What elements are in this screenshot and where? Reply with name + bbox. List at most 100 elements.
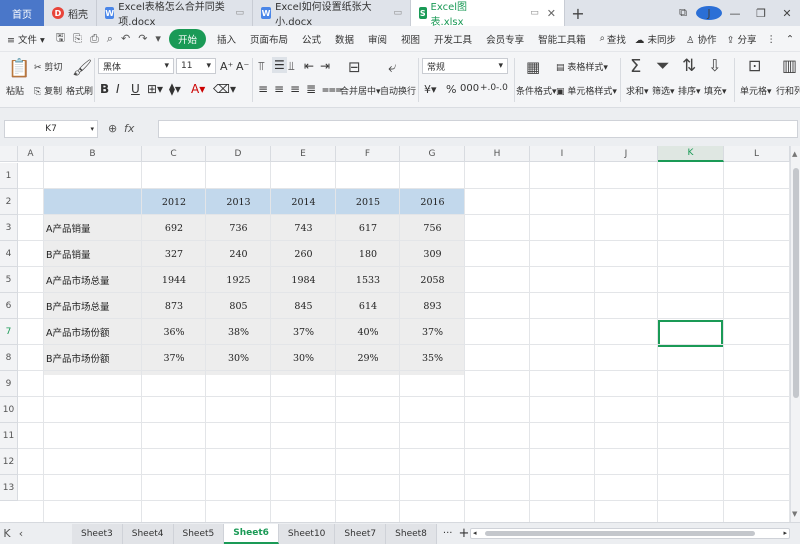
spreadsheet-grid[interactable]: A B C D E F G H I J K L 1 2 3 4 5 6 7 8 9 10 11 12 13 2012 2013 201… (0, 146, 790, 522)
menu-member[interactable]: 会员专享 (479, 32, 531, 46)
first-sheet-icon[interactable]: K (0, 527, 14, 540)
data-cell[interactable]: 845 (271, 293, 336, 319)
conditional-format-icon[interactable]: ▦ (526, 58, 540, 76)
monitor-icon[interactable]: ▭ (393, 8, 402, 18)
row-header-11[interactable]: 11 (0, 423, 18, 449)
sheet-tab[interactable]: Sheet4 (122, 523, 174, 544)
currency-icon[interactable]: ¥▾ (424, 83, 437, 96)
data-cell[interactable]: 260 (271, 241, 336, 267)
row-header-9[interactable]: 9 (0, 371, 18, 397)
paste-icon[interactable]: 📋 (8, 58, 30, 79)
menu-page-layout[interactable]: 页面布局 (243, 32, 295, 46)
row-label-cell[interactable]: A产品销量 (44, 215, 142, 241)
column-header-d[interactable]: D (206, 146, 271, 162)
collab-button[interactable]: ♙ 协作 (686, 32, 717, 46)
restore-icon[interactable]: ❐ (748, 7, 774, 20)
add-sheet-icon[interactable]: + (458, 526, 469, 541)
sort-button[interactable]: 排序▾ (678, 84, 701, 97)
column-header-f[interactable]: F (336, 146, 400, 162)
menu-insert[interactable]: 插入 (210, 32, 243, 46)
prev-sheet-icon[interactable]: ‹ (14, 527, 28, 540)
sum-icon[interactable]: Σ (630, 56, 641, 77)
tab-home[interactable]: 首页 (0, 0, 44, 26)
align-center-icon[interactable]: ≡ (274, 82, 284, 96)
data-cell[interactable]: 180 (336, 241, 400, 267)
underline-icon[interactable]: U (131, 82, 140, 96)
indent-right-icon[interactable]: ⇥ (320, 59, 330, 73)
conditional-format-button[interactable]: 条件格式▾ (516, 84, 557, 97)
scroll-down-icon[interactable]: ▼ (792, 510, 797, 518)
column-header-c[interactable]: C (142, 146, 206, 162)
sheet-tab[interactable]: Sheet3 (72, 523, 123, 544)
formula-input[interactable] (158, 120, 798, 138)
more-options-icon[interactable]: ⋮ (767, 34, 777, 45)
row-header-6[interactable]: 6 (0, 293, 18, 319)
sum-button[interactable]: 求和▾ (626, 84, 649, 97)
row-header-12[interactable]: 12 (0, 449, 18, 475)
data-cell[interactable]: 309 (400, 241, 465, 267)
close-icon[interactable]: ✕ (774, 7, 800, 20)
bold-icon[interactable]: B (100, 82, 109, 96)
font-size-select[interactable]: 11 ▾ (176, 58, 216, 74)
indent-left-icon[interactable]: ⇤ (304, 59, 314, 73)
menu-developer[interactable]: 开发工具 (427, 32, 479, 46)
data-cell[interactable]: 692 (142, 215, 206, 241)
data-cell[interactable]: 743 (271, 215, 336, 241)
more-icon[interactable]: ▾ (151, 32, 165, 45)
tab-excel-chart[interactable]: S Excel图表.xlsx ▭ ✕ (411, 0, 565, 28)
merge-center-button[interactable]: 合并居中▾ (340, 84, 381, 97)
justify-icon[interactable]: ≣ (306, 82, 316, 96)
data-cell[interactable]: 327 (142, 241, 206, 267)
data-cell[interactable]: 37% (271, 319, 336, 345)
font-shrink-icon[interactable]: A⁻ (236, 60, 249, 73)
wrap-icon[interactable]: ⤶ (388, 58, 396, 76)
align-top-icon[interactable]: ⫪ (258, 59, 265, 74)
menu-formula[interactable]: 公式 (295, 32, 328, 46)
data-cell[interactable]: 1944 (142, 267, 206, 293)
column-header-i[interactable]: I (530, 146, 595, 162)
undo-icon[interactable]: ↶ (117, 32, 134, 45)
row-label-cell[interactable]: B产品市场总量 (44, 293, 142, 319)
row-header-10[interactable]: 10 (0, 397, 18, 423)
row-header-2[interactable]: 2 (0, 189, 18, 215)
data-cell[interactable]: 35% (400, 345, 465, 371)
layout-icon[interactable]: ⧉ (670, 6, 696, 20)
data-cell[interactable]: 36% (142, 319, 206, 345)
scroll-up-icon[interactable]: ▲ (792, 150, 797, 158)
cell-button[interactable]: 单元格▾ (740, 84, 772, 97)
number-format-select[interactable]: 常规 ▾ (422, 58, 508, 74)
filter-button[interactable]: 筛选▾ (652, 84, 675, 97)
redo-icon[interactable]: ↷ (134, 32, 151, 45)
share-button[interactable]: ⇪ 分享 (727, 32, 757, 46)
cut-button[interactable]: ✂ 剪切 (34, 60, 62, 73)
row-header-5[interactable]: 5 (0, 267, 18, 293)
name-box[interactable]: K7 ▾ (4, 120, 98, 138)
data-cell[interactable]: 617 (336, 215, 400, 241)
column-header-b[interactable]: B (44, 146, 142, 162)
column-header-g[interactable]: G (400, 146, 465, 162)
data-cell[interactable]: 805 (206, 293, 271, 319)
tab-docer[interactable]: D 稻壳 (44, 0, 97, 26)
row-header-1[interactable]: 1 (0, 163, 18, 189)
menu-view[interactable]: 视图 (394, 32, 427, 46)
sheet-tab[interactable]: Sheet10 (278, 523, 336, 544)
year-header-cell[interactable]: 2013 (206, 189, 271, 215)
rowcol-icon[interactable]: ▥ (782, 56, 797, 75)
fill-button[interactable]: 填充▾ (704, 84, 727, 97)
data-cell[interactable]: 1925 (206, 267, 271, 293)
clear-format-icon[interactable]: ⌫▾ (213, 82, 236, 96)
decimal-decrease-icon[interactable]: -.0 (496, 83, 508, 93)
data-cell[interactable]: 30% (271, 345, 336, 371)
table-style-button[interactable]: ▤ 表格样式▾ (556, 60, 608, 73)
avatar[interactable]: J (696, 6, 722, 20)
italic-icon[interactable]: I (116, 82, 120, 96)
row-label-cell[interactable]: A产品市场总量 (44, 267, 142, 293)
data-cell[interactable]: 37% (400, 319, 465, 345)
cell-style-button[interactable]: ▣ 单元格样式▾ (556, 84, 617, 97)
fx-icon[interactable]: fx (124, 122, 134, 135)
align-bottom-icon[interactable]: ⫫ (288, 59, 295, 74)
sheet-tab-active[interactable]: Sheet6 (224, 523, 279, 544)
thousands-icon[interactable]: 000 (460, 83, 479, 94)
monitor-icon[interactable]: ▭ (235, 8, 244, 18)
data-cell[interactable]: 873 (142, 293, 206, 319)
